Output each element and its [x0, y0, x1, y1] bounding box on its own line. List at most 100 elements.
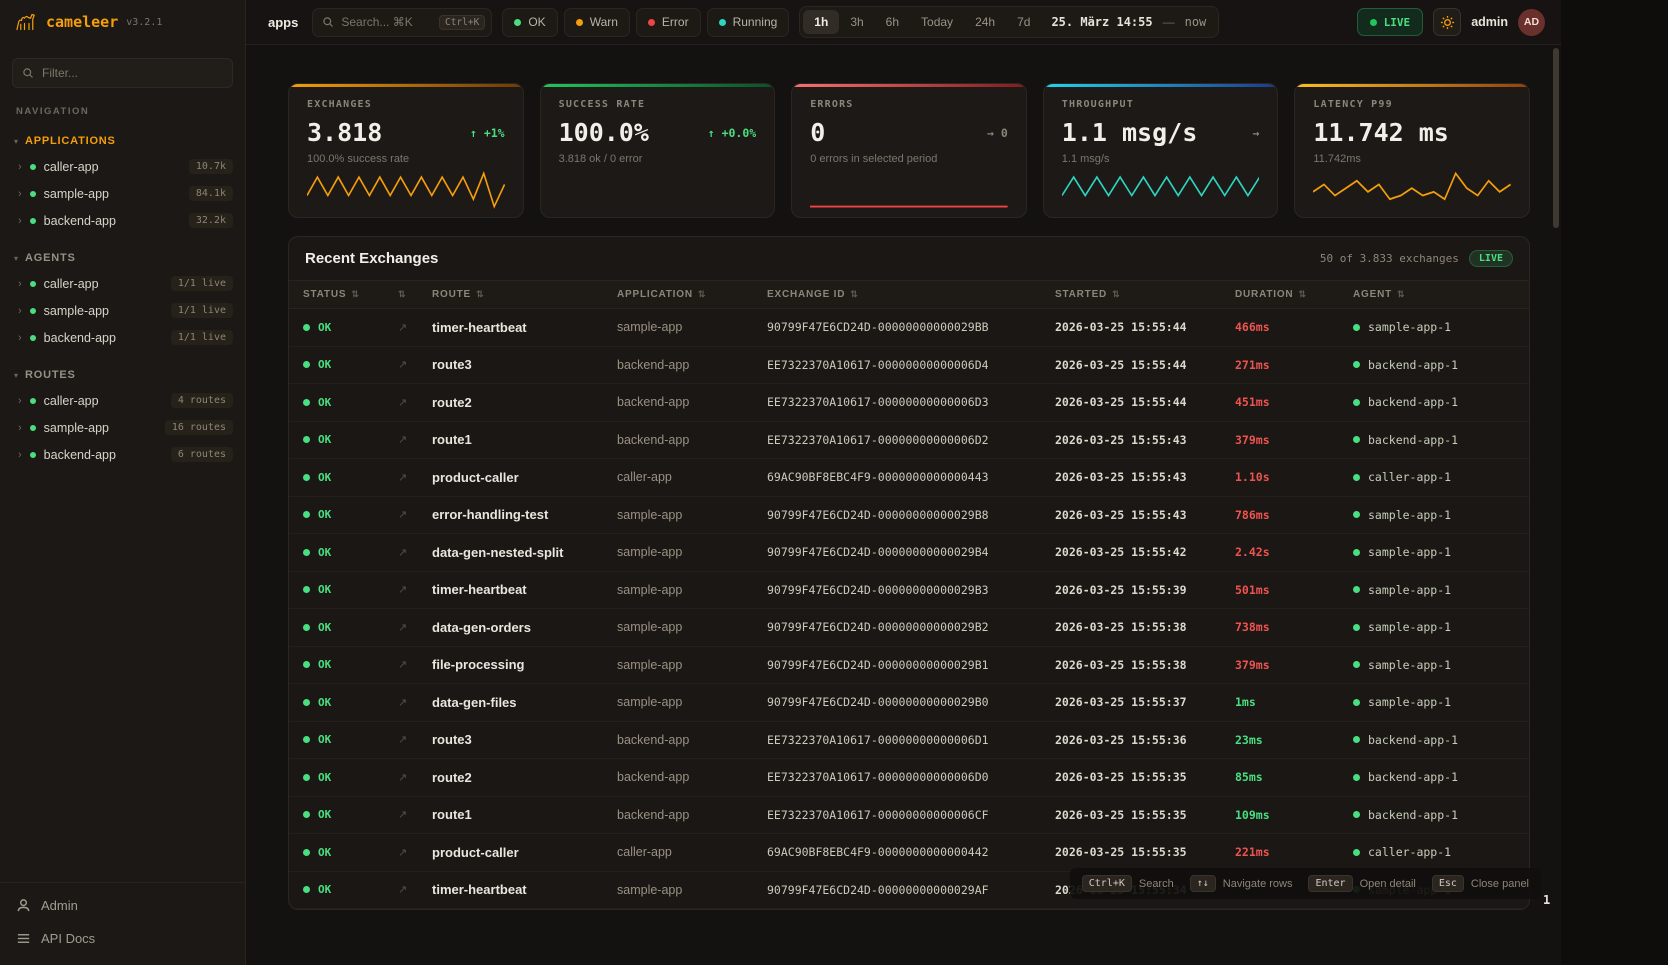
date-separator: — [1163, 15, 1175, 29]
table-header-right: 50 of 3.833 exchanges LIVE [1320, 250, 1513, 267]
status-filter-pill[interactable]: Warn [564, 8, 630, 37]
live-toggle-button[interactable]: LIVE [1357, 8, 1424, 36]
card-value: 0 [810, 118, 825, 147]
now-button[interactable]: now [1185, 15, 1207, 29]
time-range-button[interactable]: Today [910, 10, 964, 34]
status-dot-icon [30, 218, 36, 224]
time-range-button[interactable]: 3h [839, 10, 874, 34]
status-filter-label: Running [733, 15, 778, 29]
sidebar-section: ▾ AGENTS › caller-app 1/1 live › sample-… [0, 246, 245, 351]
search-shortcut-key: Ctrl+K [439, 15, 485, 30]
time-range-button[interactable]: 7d [1006, 10, 1041, 34]
card-accent-bar [1295, 84, 1529, 87]
table-row[interactable]: OK ↗ route3 backend-app EE7322370A10617-… [289, 347, 1529, 385]
sidebar-item-badge: 32.2k [189, 213, 233, 228]
time-range-button[interactable]: 6h [875, 10, 910, 34]
application-name: backend-app [617, 770, 767, 784]
avatar[interactable]: AD [1518, 9, 1545, 36]
status-dot-icon [30, 398, 36, 404]
table-row[interactable]: OK ↗ route2 backend-app EE7322370A10617-… [289, 384, 1529, 422]
started-time: 2026-03-25 15:55:36 [1055, 733, 1235, 747]
agent-name: sample-app-1 [1368, 320, 1451, 334]
column-header[interactable]: AGENT⇅ [1353, 289, 1515, 300]
keyboard-hint: Esc Close panel [1432, 875, 1529, 892]
sidebar-item[interactable]: › sample-app 16 routes [0, 414, 245, 441]
sidebar-item[interactable]: › backend-app 6 routes [0, 441, 245, 468]
sidebar-section-header[interactable]: ▾ APPLICATIONS [0, 129, 245, 153]
status-filter-pill[interactable]: Running [707, 8, 790, 37]
status-cell: OK [303, 733, 398, 746]
time-range-button[interactable]: 24h [964, 10, 1006, 34]
sidebar-item[interactable]: › caller-app 10.7k [0, 153, 245, 180]
sidebar-item-admin[interactable]: Admin [0, 889, 245, 922]
sidebar-item[interactable]: › sample-app 1/1 live [0, 297, 245, 324]
table-row[interactable]: OK ↗ route2 backend-app EE7322370A10617-… [289, 759, 1529, 797]
scrollbar-thumb[interactable] [1553, 48, 1559, 228]
status-dot-icon [576, 19, 583, 26]
date-display[interactable]: 25. März 14:55 [1051, 15, 1152, 29]
duration-value: 501ms [1235, 583, 1353, 597]
time-range-segments: 1h3h6hToday24h7d [803, 10, 1041, 34]
table-row[interactable]: OK ↗ data-gen-nested-split sample-app 90… [289, 534, 1529, 572]
status-filter-pill[interactable]: Error [636, 8, 701, 37]
column-header[interactable]: APPLICATION⇅ [617, 289, 767, 300]
card-delta: ↑ +1% [470, 126, 505, 140]
column-header[interactable]: STATUS⇅ [303, 289, 398, 300]
agent-cell: sample-app-1 [1353, 620, 1515, 634]
table-row[interactable]: OK ↗ route1 backend-app EE7322370A10617-… [289, 422, 1529, 460]
stat-card: EXCHANGES 3.818 ↑ +1% 100.0% success rat… [288, 83, 524, 218]
status-cell: OK [303, 771, 398, 784]
status-cell: OK [303, 546, 398, 559]
global-search-input[interactable]: Search... ⌘K Ctrl+K [312, 8, 492, 37]
keyboard-hint: ↑↓ Navigate rows [1190, 875, 1293, 892]
column-header[interactable]: DURATION⇅ [1235, 289, 1353, 300]
time-range-button[interactable]: 1h [803, 10, 839, 34]
table-row[interactable]: OK ↗ product-caller caller-app 69AC90BF8… [289, 834, 1529, 872]
theme-toggle-button[interactable] [1433, 8, 1461, 36]
table-row[interactable]: OK ↗ timer-heartbeat sample-app 90799F47… [289, 572, 1529, 610]
table-row[interactable]: OK ↗ product-caller caller-app 69AC90BF8… [289, 459, 1529, 497]
sort-icon: ⇅ [698, 289, 706, 300]
card-title: THROUGHPUT [1062, 99, 1260, 110]
column-header[interactable]: ROUTE⇅ [432, 289, 617, 300]
sidebar-filter-input[interactable]: Filter... [12, 58, 233, 88]
sidebar-item-api-docs[interactable]: API Docs [0, 922, 245, 955]
table-row[interactable]: OK ↗ error-handling-test sample-app 9079… [289, 497, 1529, 535]
status-filter-pill[interactable]: OK [502, 8, 557, 37]
table-row[interactable]: OK ↗ data-gen-files sample-app 90799F47E… [289, 684, 1529, 722]
sidebar-sections: ▾ APPLICATIONS › caller-app 10.7k › samp… [0, 117, 245, 468]
sidebar-item[interactable]: › backend-app 1/1 live [0, 324, 245, 351]
sidebar-item[interactable]: › backend-app 32.2k [0, 207, 245, 234]
table-row[interactable]: OK ↗ timer-heartbeat sample-app 90799F47… [289, 309, 1529, 347]
table-row[interactable]: OK ↗ route3 backend-app EE7322370A10617-… [289, 722, 1529, 760]
sidebar-item-label: caller-app [44, 160, 99, 174]
hint-key: Esc [1432, 875, 1464, 892]
column-label: STATUS [303, 289, 346, 300]
column-header[interactable]: ⇅ [398, 289, 432, 300]
table-row[interactable]: OK ↗ file-processing sample-app 90799F47… [289, 647, 1529, 685]
status-filter-label: Error [662, 15, 689, 29]
application-name: sample-app [617, 545, 767, 559]
exchange-id: 90799F47E6CD24D-00000000000029B2 [767, 620, 1055, 634]
sidebar-section-header[interactable]: ▾ AGENTS [0, 246, 245, 270]
sidebar-item-label: sample-app [44, 187, 109, 201]
application-name: backend-app [617, 358, 767, 372]
application-name: backend-app [617, 733, 767, 747]
agent-cell: caller-app-1 [1353, 470, 1515, 484]
status-dot-icon [30, 335, 36, 341]
chevron-right-icon: › [18, 161, 22, 173]
agent-cell: caller-app-1 [1353, 845, 1515, 859]
column-header[interactable]: EXCHANGE ID⇅ [767, 289, 1055, 300]
agent-name: sample-app-1 [1368, 658, 1451, 672]
filter-placeholder: Filter... [42, 66, 78, 80]
column-header[interactable]: STARTED⇅ [1055, 289, 1235, 300]
sidebar-footer: Admin API Docs [0, 882, 245, 965]
table-row[interactable]: OK ↗ data-gen-orders sample-app 90799F47… [289, 609, 1529, 647]
sidebar-section-header[interactable]: ▾ ROUTES [0, 363, 245, 387]
section-items: › caller-app 10.7k › sample-app 84.1k › … [0, 153, 245, 234]
sidebar-item[interactable]: › caller-app 1/1 live [0, 270, 245, 297]
sidebar-item[interactable]: › caller-app 4 routes [0, 387, 245, 414]
table-row[interactable]: OK ↗ route1 backend-app EE7322370A10617-… [289, 797, 1529, 835]
sidebar-item[interactable]: › sample-app 84.1k [0, 180, 245, 207]
duration-value: 2.42s [1235, 545, 1353, 559]
